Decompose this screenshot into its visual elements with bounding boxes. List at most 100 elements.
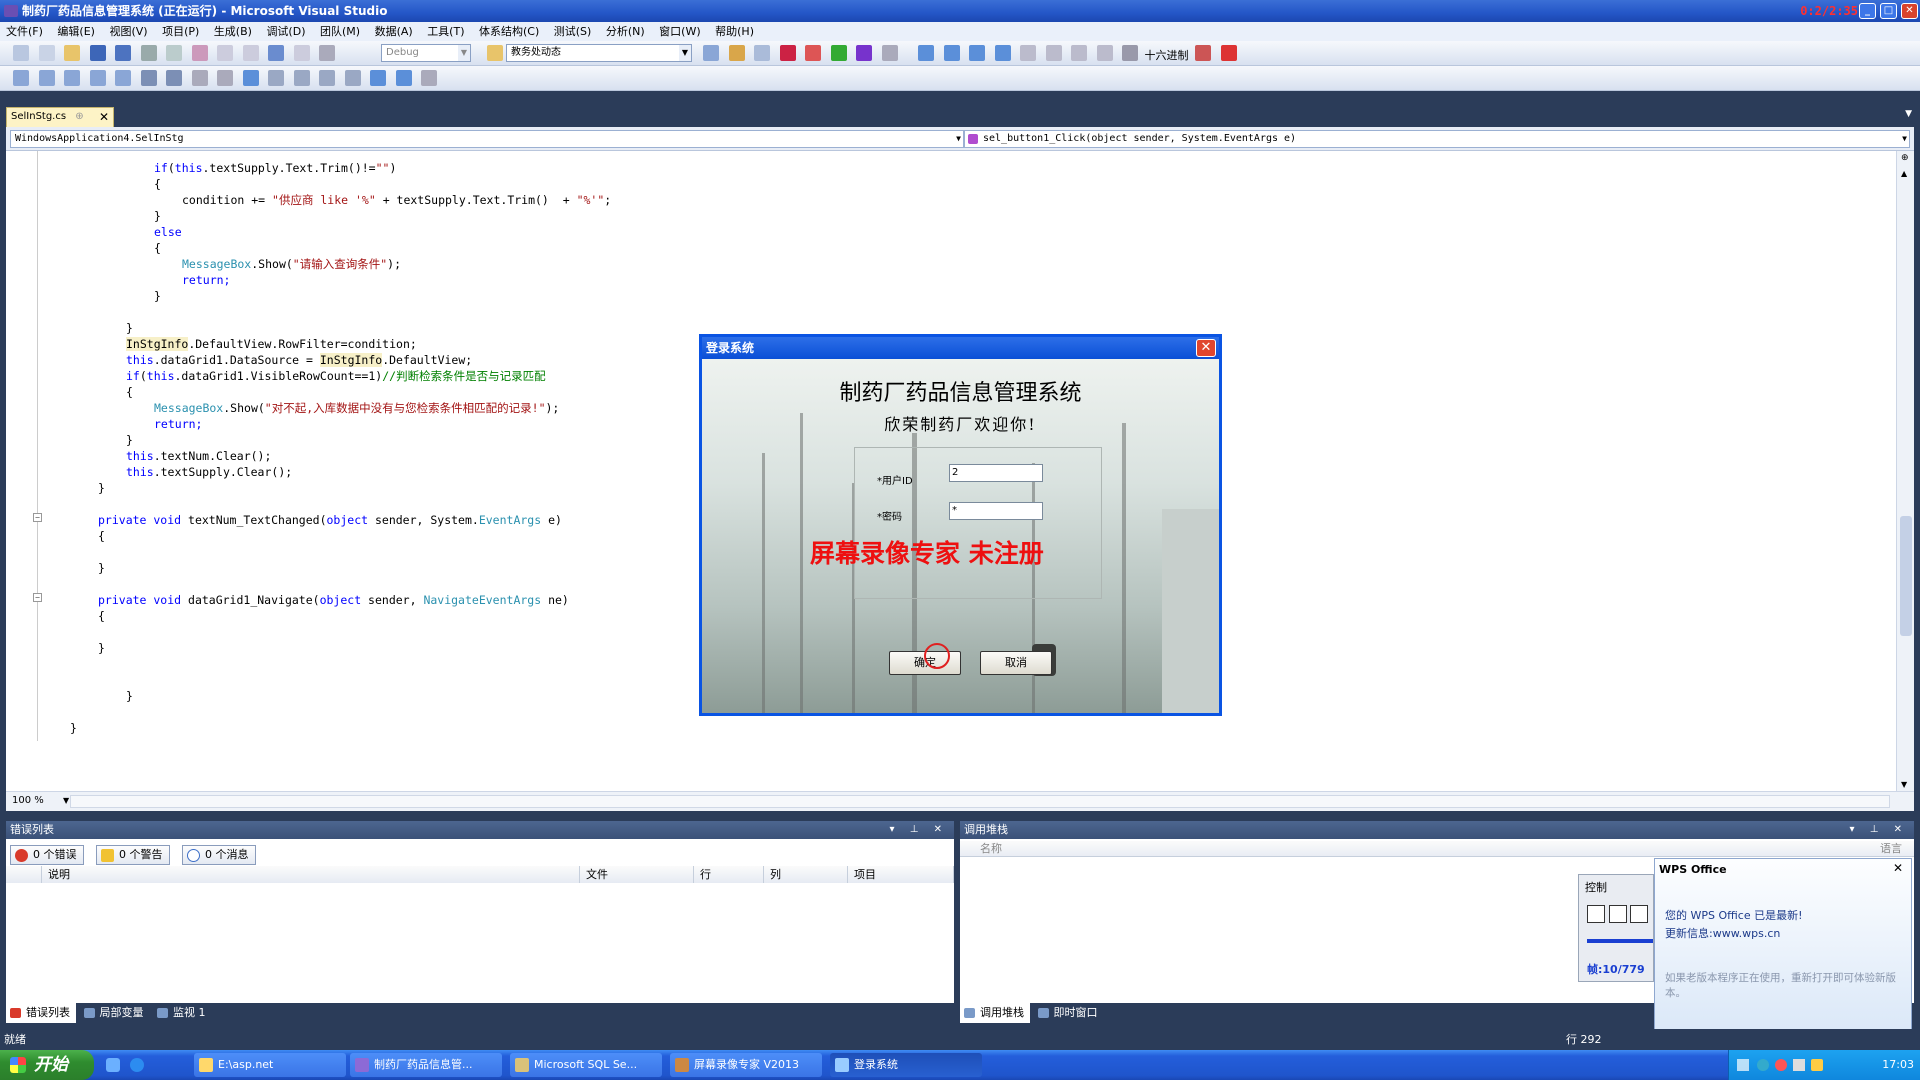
column-header-desc[interactable]: 说明 bbox=[42, 866, 580, 883]
column-header-project[interactable]: 项目 bbox=[848, 866, 954, 883]
save-all-icon[interactable] bbox=[115, 45, 131, 61]
prev-bookmark-icon[interactable] bbox=[268, 70, 284, 86]
next-bookmark-icon[interactable] bbox=[293, 70, 310, 86]
find-in-files-icon[interactable] bbox=[487, 45, 503, 61]
scroll-thumb[interactable] bbox=[1900, 516, 1912, 636]
menu-team[interactable]: 团队(M) bbox=[320, 25, 360, 38]
window-title-bar[interactable]: 制药厂药品信息管理系统 (正在运行) - Microsoft Visual St… bbox=[0, 0, 1920, 22]
errors-filter-button[interactable]: 0 个错误 bbox=[10, 845, 84, 865]
step-out-icon[interactable] bbox=[1071, 45, 1087, 61]
restart-icon[interactable] bbox=[994, 45, 1011, 61]
tab-call-stack[interactable]: 调用堆栈 bbox=[960, 1003, 1030, 1023]
recorder-control-window[interactable]: 控制 帧:10/779 bbox=[1578, 874, 1654, 982]
type-dropdown[interactable]: WindowsApplication4.SelInStg ▼ bbox=[10, 130, 964, 148]
clock[interactable]: 17:03 bbox=[1882, 1058, 1914, 1071]
prev-bookmark-folder-icon[interactable] bbox=[319, 70, 335, 86]
internet-explorer-icon[interactable] bbox=[130, 1058, 144, 1072]
threads-icon[interactable] bbox=[1195, 45, 1211, 61]
menu-test[interactable]: 测试(S) bbox=[554, 25, 592, 38]
wps-update-link[interactable]: 更新信息:www.wps.cn bbox=[1665, 925, 1780, 941]
column-header-column[interactable]: 列 bbox=[764, 866, 848, 883]
network-icon[interactable] bbox=[1757, 1059, 1769, 1071]
menu-window[interactable]: 窗口(W) bbox=[659, 25, 700, 38]
solution-config-select[interactable]: Debug ▼ bbox=[381, 44, 471, 62]
menu-build[interactable]: 生成(B) bbox=[214, 25, 252, 38]
menu-data[interactable]: 数据(A) bbox=[375, 25, 413, 38]
column-header-file[interactable]: 文件 bbox=[580, 866, 694, 883]
minimize-button[interactable]: _ bbox=[1859, 3, 1876, 19]
server-explorer-icon[interactable] bbox=[830, 45, 847, 61]
step-over-icon[interactable] bbox=[1045, 45, 1062, 61]
save-icon[interactable] bbox=[89, 45, 106, 61]
properties-icon[interactable] bbox=[728, 45, 745, 61]
redo-icon[interactable] bbox=[242, 45, 259, 61]
menu-project[interactable]: 项目(P) bbox=[162, 25, 199, 38]
volume-icon[interactable] bbox=[1793, 1059, 1805, 1071]
tools-icon[interactable] bbox=[805, 45, 821, 61]
pin-icon[interactable]: ⊕ bbox=[75, 111, 83, 122]
quick-watch-icon[interactable] bbox=[1122, 45, 1138, 61]
login-dialog[interactable]: 登录系统 ✕ 制药厂药品信息管理系统 欣荣制药厂欢迎你! *用户ID 2 *密码… bbox=[699, 334, 1222, 716]
increase-indent-icon[interactable] bbox=[166, 70, 182, 86]
scroll-down-icon[interactable]: ▼ bbox=[1901, 780, 1907, 789]
quicklaunch-icon[interactable] bbox=[106, 1058, 120, 1072]
wps-update-popup[interactable]: WPS Office ✕ 您的 WPS Office 已是最新! 更新信息:ww… bbox=[1654, 858, 1912, 1030]
recorder-pause-icon[interactable] bbox=[1608, 905, 1627, 923]
userid-input[interactable]: 2 bbox=[949, 464, 1043, 482]
clear-bookmarks-icon[interactable] bbox=[370, 70, 386, 86]
collapse-icon[interactable]: − bbox=[33, 513, 42, 522]
continue-icon[interactable] bbox=[918, 45, 934, 61]
close-button[interactable]: ✕ bbox=[1901, 3, 1918, 19]
comment-icon[interactable] bbox=[191, 70, 208, 86]
maximize-button[interactable]: □ bbox=[1880, 3, 1897, 19]
tab-error-list[interactable]: 错误列表 bbox=[6, 1003, 76, 1023]
task-sql-server[interactable]: Microsoft SQL Se... bbox=[510, 1053, 662, 1077]
solution-explorer-icon[interactable] bbox=[703, 45, 719, 61]
menu-architecture[interactable]: 体系结构(C) bbox=[479, 25, 539, 38]
font-icon[interactable] bbox=[89, 70, 106, 86]
extension-icon[interactable] bbox=[856, 45, 872, 61]
navigate-back-icon[interactable] bbox=[268, 45, 284, 61]
split-icon[interactable]: ⊕ bbox=[1901, 153, 1909, 163]
security-icon[interactable] bbox=[1775, 1059, 1787, 1071]
find-combo[interactable]: 教务处动态 ▼ bbox=[506, 44, 692, 62]
menu-tools[interactable]: 工具(T) bbox=[427, 25, 464, 38]
recorder-play-icon[interactable] bbox=[1630, 905, 1648, 923]
tab-locals[interactable]: 局部变量 bbox=[80, 1003, 150, 1023]
login-dialog-title-bar[interactable]: 登录系统 ✕ bbox=[702, 337, 1219, 359]
open-icon[interactable] bbox=[64, 45, 80, 61]
paragraph-icon[interactable] bbox=[115, 70, 131, 86]
warnings-filter-button[interactable]: 0 个警告 bbox=[96, 845, 170, 865]
tab-watch-1[interactable]: 监视 1 bbox=[153, 1003, 212, 1023]
menu-debug[interactable]: 调试(D) bbox=[266, 25, 305, 38]
member-dropdown[interactable]: sel_button1_Click(object sender, System.… bbox=[964, 130, 1910, 148]
tab-immediate[interactable]: 即时窗口 bbox=[1034, 1003, 1104, 1023]
stop-debug-icon[interactable] bbox=[969, 45, 985, 61]
toolbox-icon[interactable] bbox=[779, 45, 796, 61]
new-project-icon[interactable] bbox=[13, 45, 29, 61]
start-button[interactable]: 开始 bbox=[0, 1050, 94, 1080]
editor-vertical-scrollbar[interactable]: ⊕ ▲ ▼ bbox=[1896, 151, 1914, 791]
align-icon[interactable] bbox=[38, 70, 55, 86]
collapse-icon[interactable]: − bbox=[33, 593, 42, 602]
undo-icon[interactable] bbox=[217, 45, 233, 61]
options-icon[interactable] bbox=[421, 70, 437, 86]
horizontal-scrollbar[interactable] bbox=[70, 795, 1890, 808]
format-icon[interactable] bbox=[13, 70, 29, 86]
menu-file[interactable]: 文件(F) bbox=[6, 25, 43, 38]
add-item-icon[interactable] bbox=[38, 45, 55, 61]
menu-edit[interactable]: 编辑(E) bbox=[57, 25, 95, 38]
keyboard-icon[interactable] bbox=[1737, 1059, 1749, 1071]
recorder-progress[interactable] bbox=[1587, 939, 1653, 943]
navigate-forward-icon[interactable] bbox=[293, 45, 310, 61]
task-visual-studio[interactable]: 制药厂药品信息管... bbox=[350, 1053, 502, 1077]
panel-controls[interactable]: ▾ ⊥ ✕ bbox=[1850, 821, 1908, 839]
recorder-stop-icon[interactable] bbox=[1587, 905, 1605, 923]
tab-list-dropdown-icon[interactable]: ▼ bbox=[1905, 109, 1912, 119]
menu-analyze[interactable]: 分析(N) bbox=[606, 25, 645, 38]
window-icon[interactable] bbox=[881, 45, 898, 61]
column-header-icon[interactable] bbox=[6, 866, 42, 883]
column-header-line[interactable]: 行 bbox=[694, 866, 764, 883]
column-header-language[interactable]: 语言 bbox=[1880, 841, 1902, 857]
chevron-down-icon[interactable]: ▼ bbox=[63, 796, 69, 805]
